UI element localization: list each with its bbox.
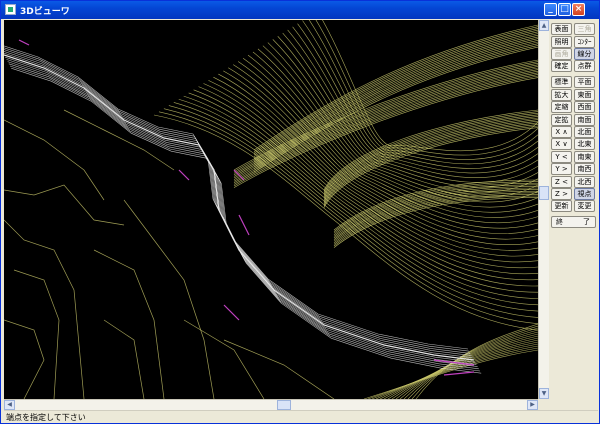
minimize-icon: _ [548,4,553,14]
contour-line [287,29,538,178]
cmd-button-7-0[interactable]: 定拡 [551,114,572,126]
lowland-line [4,319,45,399]
cmd-button-2-0[interactable]: 画角 [551,48,572,60]
cmd-button-6-0[interactable]: 定縮 [551,101,572,113]
lowland-line [223,339,335,399]
cmd-button-7-1[interactable]: 南面 [574,114,595,126]
lowland-line [103,319,145,399]
cmd-button-1-1[interactable]: ｺﾝﾀｰ [574,36,595,48]
cmd-button-3-1[interactable]: 点群 [574,60,595,72]
terrain-canvas[interactable] [4,20,538,399]
road-line [7,61,478,367]
maximize-button[interactable]: □ [558,3,571,16]
cmd-button-11-1[interactable]: 南西 [574,163,595,175]
road-line [11,67,482,374]
vertical-scrollbar[interactable]: ▲ ▼ [538,20,549,399]
contour-line [267,42,538,198]
cmd-button-6-1[interactable]: 西面 [574,101,595,113]
cmd-button-12-1[interactable]: 北西 [574,176,595,188]
contour-line [158,111,538,324]
cmd-button-1-0[interactable]: 照明 [551,36,572,48]
cmd-button-2-1[interactable]: 線分 [574,48,595,60]
cmd-button-10-1[interactable]: 南東 [574,151,595,163]
cmd-button-3-0[interactable]: 確定 [551,60,572,72]
lowland-line [123,199,215,399]
cmd-button-0-1[interactable]: 三角 [574,23,595,35]
road-line [4,54,475,361]
scroll-down-arrow-icon[interactable]: ▼ [539,388,549,399]
cmd-button-10-0[interactable]: Y < [551,151,572,163]
ridge-contour-line [233,77,538,188]
app-icon [5,4,16,15]
exit-button[interactable]: 終了 [551,216,596,228]
cmd-button-13-0[interactable]: Z > [551,188,572,200]
ridge-contour-line [233,72,538,184]
cmd-button-0-0[interactable]: 表面 [551,23,572,35]
title-bar[interactable]: 3Dビューワ _ □ × [1,1,599,19]
cmd-button-8-1[interactable]: 北面 [574,126,595,138]
cmd-button-11-0[interactable]: Y > [551,163,572,175]
cmd-button-9-0[interactable]: X ∨ [551,138,572,150]
cmd-button-14-0[interactable]: 更新 [551,200,572,212]
minimize-button[interactable]: _ [544,3,557,16]
scroll-left-arrow-icon[interactable]: ◀ [4,400,15,410]
cmd-button-4-0[interactable]: 標準 [551,76,572,88]
scroll-right-arrow-icon[interactable]: ▶ [527,400,538,410]
boundary-mark [443,371,475,376]
boundary-mark [18,39,30,46]
road-line [4,49,471,354]
ridge-contour-line [333,182,538,234]
lowland-line [4,219,85,399]
ridge-contour-line [333,189,538,240]
close-button[interactable]: × [572,3,585,16]
horizontal-scroll-thumb[interactable] [277,400,291,410]
boundary-mark [238,214,250,236]
maximize-icon: □ [560,4,569,14]
cmd-button-5-1[interactable]: 東面 [574,89,595,101]
status-message: 端点を指定して下さい [6,413,86,422]
exit-label-right: 了 [583,218,590,226]
command-panel: 表面 三角 照明 ｺﾝﾀｰ 画角 線分 確定 点群 標準 平面 拡大 東面 定縮 西面 定拡 南面 X ∧ 北面 X… [549,20,599,399]
vertical-scroll-thumb[interactable] [539,186,549,200]
scroll-up-arrow-icon[interactable]: ▲ [539,20,549,31]
boundary-mark [178,169,190,181]
viewer-window: 3Dビューワ _ □ × ▲ ▼ ◀ ▶ 表面 三角 照明 ｺﾝﾀｰ 画角 線分 確定 点群標… [0,0,600,424]
contour-line [371,345,538,399]
cmd-button-13-1[interactable]: 視点 [574,188,595,200]
exit-label-left: 終 [556,218,563,226]
lowland-line [183,319,265,399]
boundary-mark [223,304,240,321]
cmd-button-9-1[interactable]: 北東 [574,138,595,150]
cmd-button-14-1[interactable]: 変更 [574,200,595,212]
cmd-button-12-0[interactable]: Z < [551,176,572,188]
close-icon: × [574,4,583,14]
cmd-button-8-0[interactable]: X ∧ [551,126,572,138]
window-title: 3Dビューワ [20,7,70,17]
status-bar: 端点を指定して下さい [4,410,598,423]
lowland-line [4,184,125,226]
lowland-line [93,249,165,399]
horizontal-scrollbar[interactable]: ◀ ▶ [4,399,538,410]
3d-viewport[interactable] [4,20,538,399]
cmd-button-5-0[interactable]: 拡大 [551,89,572,101]
contour-line [292,26,538,174]
ridge-contour-line [233,75,538,187]
lowland-line [13,269,60,399]
cmd-button-4-1[interactable]: 平面 [574,76,595,88]
contour-line [203,83,538,269]
